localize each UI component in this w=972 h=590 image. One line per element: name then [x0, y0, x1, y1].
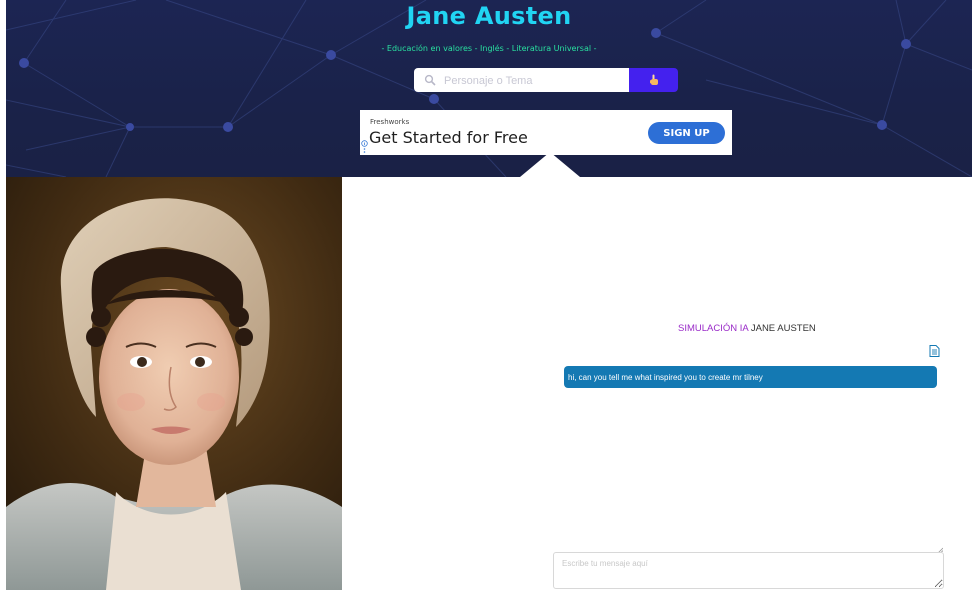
search-icon [424, 74, 436, 86]
search-button[interactable] [629, 68, 678, 92]
page-title: Jane Austen [406, 2, 572, 30]
site-header: Jane Austen - Educación en valores - Ing… [6, 0, 972, 177]
hand-pointer-icon [649, 74, 658, 85]
ad-info-icon[interactable] [361, 140, 368, 154]
search-box[interactable] [414, 68, 629, 92]
chat-title: SIMULACIÓN IA JANE AUSTEN [678, 323, 816, 334]
chat-title-name: JANE AUSTEN [750, 323, 816, 334]
document-icon[interactable] [929, 345, 940, 357]
chat-title-highlight: SIMULACIÓN IA [678, 323, 749, 334]
portrait-image [6, 177, 342, 590]
user-message-bubble: hi, can you tell me what inspired you to… [564, 366, 937, 388]
ad-brand: Freshworks [370, 118, 410, 126]
ad-banner[interactable]: Freshworks Get Started for Free SIGN UP [360, 110, 732, 155]
subject-links[interactable]: - Educación en valores - Inglés - Litera… [6, 44, 972, 53]
search-input[interactable] [442, 70, 626, 92]
message-input[interactable] [553, 552, 944, 589]
header-notch [520, 152, 580, 177]
left-edge [0, 0, 6, 590]
ad-headline[interactable]: Get Started for Free [369, 128, 528, 147]
ad-signup-button[interactable]: SIGN UP [648, 122, 725, 144]
